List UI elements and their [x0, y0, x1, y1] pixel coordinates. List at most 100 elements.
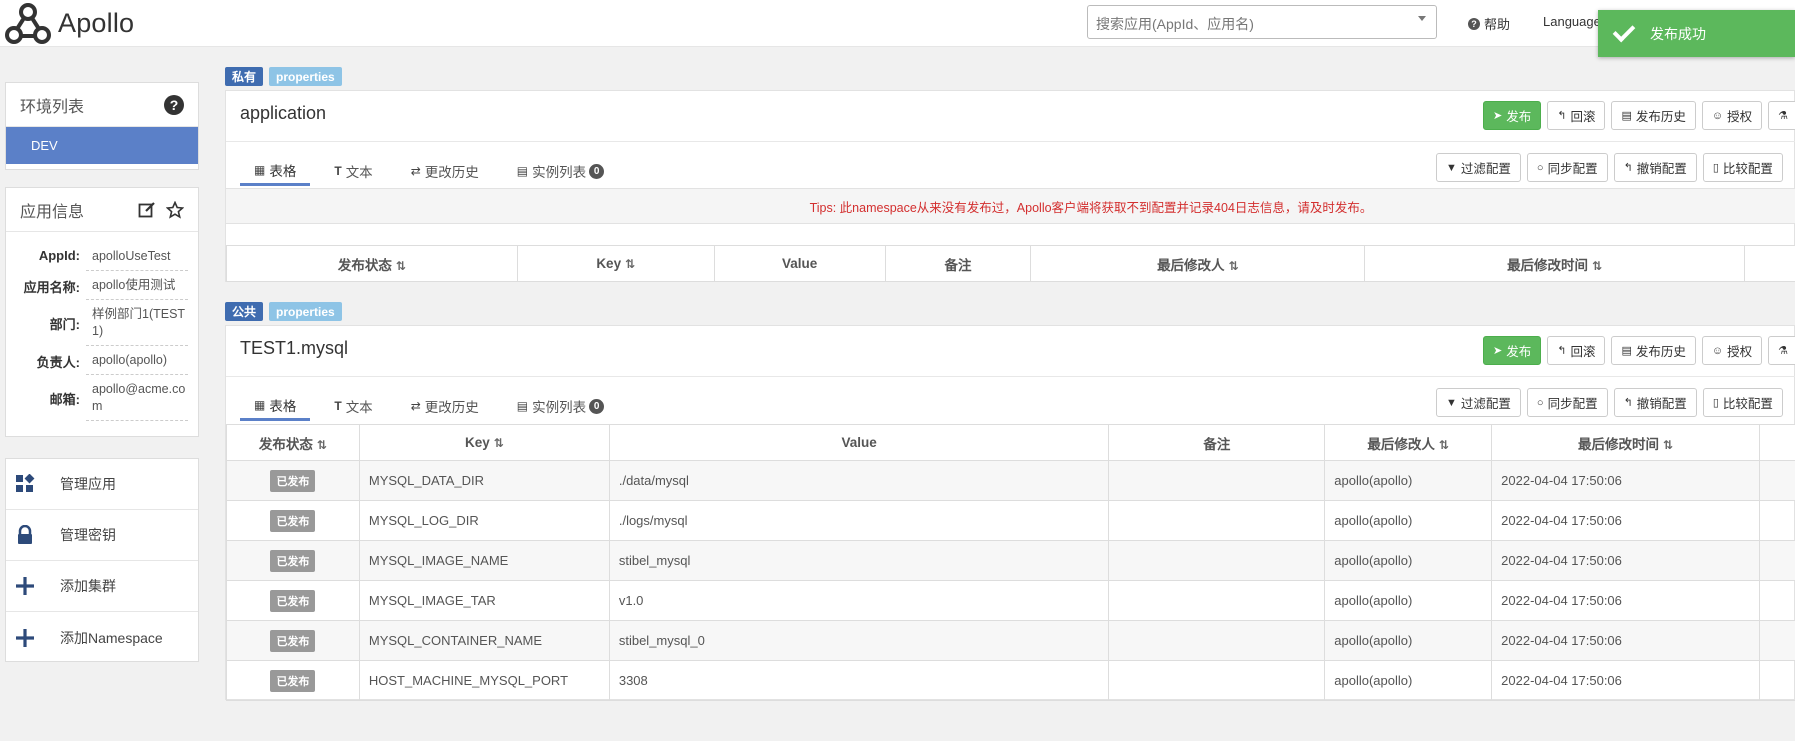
- sync-label: 同步配置: [1547, 162, 1598, 176]
- app-menu-panel: 管理应用 管理密钥 添加集群 添加Namespace: [5, 458, 199, 662]
- config-table-test1-mysql: 发布状态 ⇅ Key ⇅ Value 备注 最后修改人 ⇅ 最后修改时间 ⇅ 已发布 M…: [226, 424, 1795, 701]
- tab-instances-label: 实例列表: [532, 165, 587, 180]
- revoke-config-button[interactable]: ↰ 撤销配置: [1613, 153, 1697, 182]
- app-search-select[interactable]: 搜索应用(AppId、应用名): [1087, 5, 1437, 39]
- diff-config-button[interactable]: ▯ 比较配置: [1702, 153, 1783, 182]
- sync-config-button[interactable]: ○ 同步配置: [1526, 388, 1608, 417]
- key-cell: MYSQL_DATA_DIR: [358, 460, 610, 501]
- app-info-fields: AppId: apolloUseTest 应用名称: apollo使用测试 部门…: [6, 232, 198, 421]
- tab-text[interactable]: T 文本: [320, 160, 386, 186]
- top-navbar: Apollo 搜索应用(AppId、应用名) ? 帮助 Language: [0, 0, 1795, 47]
- text-icon: T: [334, 164, 342, 178]
- gray-release-button[interactable]: ⚗: [1768, 336, 1795, 365]
- gray-release-button[interactable]: ⚗: [1768, 101, 1795, 130]
- namespace-title: application: [240, 103, 327, 123]
- table-row[interactable]: 已发布 MYSQL_IMAGE_TAR v1.0 apollo(apollo) …: [226, 580, 1795, 621]
- filter-config-button[interactable]: ▼ 过滤配置: [1436, 153, 1521, 182]
- help-link[interactable]: ? 帮助: [1468, 14, 1510, 33]
- col-status[interactable]: 发布状态 ⇅: [226, 424, 360, 461]
- help-label: 帮助: [1484, 17, 1511, 32]
- text-icon: T: [334, 399, 342, 413]
- value-cell: 3308: [608, 660, 1110, 701]
- chevron-down-icon: [1418, 16, 1426, 21]
- table-row[interactable]: 已发布 MYSQL_DATA_DIR ./data/mysql apollo(a…: [226, 460, 1795, 501]
- col-time[interactable]: 最后修改时间 ⇅: [1491, 424, 1760, 461]
- tab-change-history[interactable]: ⇄ 更改历史: [397, 160, 493, 186]
- rollback-button[interactable]: ↰ 回滚: [1547, 101, 1606, 130]
- help-circle-icon[interactable]: ?: [164, 94, 184, 115]
- undo-icon: ↰: [1623, 162, 1633, 174]
- namespace-format-tag: properties: [269, 67, 342, 86]
- comment-cell: [1108, 540, 1326, 581]
- menu-add-namespace[interactable]: 添加Namespace: [6, 612, 198, 663]
- menu-manage-app[interactable]: 管理应用: [6, 459, 198, 510]
- sync-config-button[interactable]: ○ 同步配置: [1526, 153, 1608, 182]
- status-cell: 已发布: [226, 540, 360, 581]
- env-item-dev[interactable]: DEV: [6, 127, 198, 164]
- time-cell: 2022-04-04 17:50:06: [1491, 580, 1760, 621]
- status-cell: 已发布: [226, 580, 360, 621]
- language-selector[interactable]: Language: [1543, 14, 1601, 29]
- edit-icon[interactable]: [138, 201, 156, 219]
- release-history-button[interactable]: ▤ 发布历史: [1611, 101, 1696, 130]
- filter-icon: ▼: [1446, 161, 1457, 174]
- info-row-owner: 负责人: apollo(apollo): [6, 346, 198, 375]
- filter-config-button[interactable]: ▼ 过滤配置: [1436, 388, 1521, 417]
- plus-icon: [14, 627, 36, 649]
- filter-icon: ▼: [1446, 396, 1457, 409]
- release-history-button[interactable]: ▤ 发布历史: [1611, 336, 1696, 365]
- star-icon[interactable]: [166, 200, 184, 219]
- publish-button[interactable]: ➤ 发布: [1483, 101, 1542, 130]
- app-brand-name: Apollo: [58, 8, 135, 38]
- col-modifier-label: 最后修改人: [1157, 257, 1225, 273]
- tab-table[interactable]: ▦ 表格: [240, 160, 311, 186]
- tab-table[interactable]: ▦ 表格: [240, 395, 311, 421]
- tab-instances[interactable]: ▤ 实例列表 0: [503, 395, 618, 421]
- tab-instances[interactable]: ▤ 实例列表 0: [503, 160, 618, 186]
- col-key-label: Key: [464, 435, 490, 450]
- col-modifier-label: 最后修改人: [1367, 436, 1435, 452]
- list-icon: ▤: [516, 399, 529, 413]
- col-time-label: 最后修改时间: [1578, 436, 1660, 452]
- table-row[interactable]: 已发布 HOST_MACHINE_MYSQL_PORT 3308 apollo(…: [226, 660, 1795, 701]
- diff-config-button[interactable]: ▯ 比较配置: [1702, 388, 1783, 417]
- comment-cell: [1108, 580, 1326, 621]
- grant-button[interactable]: ☺ 授权: [1701, 101, 1763, 130]
- menu-add-cluster[interactable]: 添加集群: [6, 561, 198, 612]
- tab-change-history[interactable]: ⇄ 更改历史: [397, 395, 493, 421]
- rollback-button[interactable]: ↰ 回滚: [1547, 336, 1606, 365]
- table-row[interactable]: 已发布 MYSQL_CONTAINER_NAME stibel_mysql_0 …: [226, 620, 1795, 661]
- user-icon: ☺: [1711, 109, 1724, 122]
- ops-cell: [1758, 460, 1795, 501]
- comment-cell: [1108, 500, 1326, 541]
- revoke-config-button[interactable]: ↰ 撤销配置: [1613, 388, 1697, 417]
- success-toast[interactable]: 发布成功: [1598, 10, 1795, 57]
- col-modifier[interactable]: 最后修改人 ⇅: [1030, 245, 1366, 282]
- modifier-cell: apollo(apollo): [1324, 500, 1493, 541]
- col-key[interactable]: Key ⇅: [358, 424, 610, 461]
- col-time[interactable]: 最后修改时间 ⇅: [1364, 245, 1745, 282]
- col-modifier[interactable]: 最后修改人 ⇅: [1324, 424, 1493, 461]
- view-tabs: ▦ 表格 T 文本 ⇄ 更改历史 ▤ 实例列表 0: [240, 395, 628, 421]
- clipboard-icon: ▯: [1712, 397, 1719, 409]
- send-icon: ➤: [1493, 110, 1503, 122]
- grant-label: 授权: [1727, 345, 1753, 359]
- table-row[interactable]: 已发布 MYSQL_IMAGE_NAME stibel_mysql apollo…: [226, 540, 1795, 581]
- tab-text[interactable]: T 文本: [320, 395, 386, 421]
- diff-label: 比较配置: [1722, 397, 1773, 411]
- col-key[interactable]: Key ⇅: [516, 245, 715, 282]
- sync-label: 同步配置: [1547, 397, 1598, 411]
- menu-manage-secret[interactable]: 管理密钥: [6, 510, 198, 561]
- apollo-logo[interactable]: Apollo: [4, 0, 134, 47]
- col-status[interactable]: 发布状态 ⇅: [226, 245, 518, 282]
- time-cell: 2022-04-04 17:50:06: [1491, 540, 1760, 581]
- undo-icon: ↰: [1557, 345, 1567, 357]
- table-row[interactable]: 已发布 MYSQL_LOG_DIR ./logs/mysql apollo(ap…: [226, 500, 1795, 541]
- view-tabs: ▦ 表格 T 文本 ⇄ 更改历史 ▤ 实例列表 0: [240, 160, 628, 186]
- grant-button[interactable]: ☺ 授权: [1701, 336, 1763, 365]
- sort-icon: ⇅: [625, 257, 636, 271]
- value-cell: v1.0: [608, 580, 1110, 621]
- table-icon: ▦: [254, 162, 266, 177]
- publish-button[interactable]: ➤ 发布: [1483, 336, 1542, 365]
- namespace-format-tag: properties: [269, 302, 342, 321]
